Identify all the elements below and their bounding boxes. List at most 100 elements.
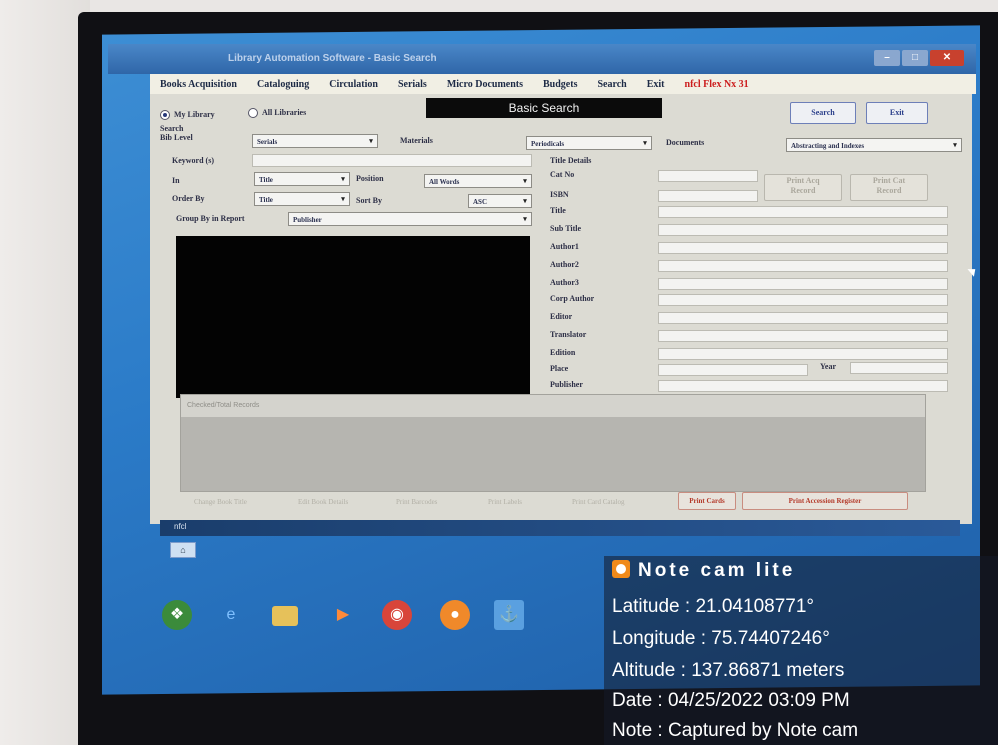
ie-icon[interactable]: e [216,600,246,630]
camera-icon [612,560,630,578]
firefox-icon[interactable]: ● [440,600,470,630]
in-select[interactable]: Title ▾ [254,172,350,186]
order-by-select[interactable]: Title ▾ [254,192,350,206]
materials-select[interactable]: Periodicals ▾ [526,136,652,150]
close-icon[interactable]: ✕ [930,50,964,66]
search-button[interactable]: Search [790,102,856,124]
corp-author-field[interactable] [658,294,948,306]
print-cat-record-label: Print Cat Record [872,176,906,195]
materials-label: Materials [400,136,433,145]
network-icon[interactable]: ⚓ [494,600,524,630]
edit-book-details-button[interactable]: Edit Book Details [298,498,348,506]
menu-bar: Books Acquisition Cataloguing Circulatio… [150,74,976,94]
field-label-place: Place [550,364,569,373]
print-acq-record-button[interactable]: Print Acq Record [764,174,842,201]
author1-field[interactable] [658,242,948,254]
minimize-icon[interactable]: – [874,50,900,66]
documents-label: Documents [666,138,705,147]
title-field[interactable] [658,206,948,218]
basic-search-form: My Library All Libraries Basic Search Se… [150,94,972,524]
radio-all-libraries[interactable] [248,108,258,118]
chevron-down-icon: ▾ [341,175,345,183]
change-book-title-button[interactable]: Change Book Title [194,498,247,506]
position-value: All Words [429,178,460,186]
menu-exit[interactable]: Exit [637,79,675,90]
results-list[interactable] [176,236,530,398]
chevron-down-icon: ▾ [523,177,527,185]
window-controls: – □ ✕ [874,50,964,66]
radio-my-library[interactable] [160,110,170,120]
menu-budgets[interactable]: Budgets [533,79,587,90]
group-by-value: Publisher [293,216,322,224]
year-label: Year [820,362,836,371]
bib-level-label: Search Bib Level [160,124,193,142]
documents-value: Abstracting and Indexes [791,142,865,150]
menu-serials[interactable]: Serials [388,79,437,90]
overlay-latitude: Latitude : 21.04108771° [612,596,814,617]
field-label-editor: Editor [550,312,573,321]
print-barcodes-button[interactable]: Print Barcodes [396,498,437,506]
group-by-select[interactable]: Publisher ▾ [288,212,532,226]
records-grid[interactable]: Checked/Total Records [180,394,926,492]
menu-search[interactable]: Search [587,79,636,90]
menu-cataloguing[interactable]: Cataloguing [247,79,319,90]
order-by-label: Order By [172,194,205,203]
title-details-header: Title Details [550,156,592,165]
sub-title-field[interactable] [658,224,948,236]
field-label-edition: Edition [550,348,576,357]
publisher-field[interactable] [658,380,948,392]
field-label-publisher: Publisher [550,380,583,389]
status-bar: nfcl [160,520,960,536]
overlay-note: Note : Captured by Note cam [612,720,859,741]
folder-icon[interactable] [272,606,298,626]
year-field[interactable] [850,362,948,374]
print-cat-record-button[interactable]: Print Cat Record [850,174,928,201]
taskbar: ❖ e ▶ ◉ ● ⚓ [150,596,610,642]
grid-header: Checked/Total Records [181,395,925,417]
menu-circulation[interactable]: Circulation [319,79,388,90]
isbn-field[interactable] [658,190,758,202]
order-by-value: Title [259,196,273,204]
field-label-title: Title [550,206,566,215]
keyword-input[interactable] [252,154,532,167]
print-labels-button[interactable]: Print Labels [488,498,522,506]
media-player-icon[interactable]: ▶ [328,600,358,630]
maximize-icon[interactable]: □ [902,50,928,66]
start-orb-icon[interactable]: ❖ [162,600,192,630]
cat-no-field[interactable] [658,170,758,182]
author3-field[interactable] [658,278,948,290]
bib-level-value: Serials [257,138,278,146]
print-card-catalog-button[interactable]: Print Card Catalog [572,498,625,506]
print-cards-button[interactable]: Print Cards [678,492,736,510]
field-label-author2: Author2 [550,260,579,269]
field-label-translator: Translator [550,330,587,339]
chevron-down-icon: ▾ [341,195,345,203]
chevron-down-icon: ▾ [953,141,957,149]
menu-books-acquisition[interactable]: Books Acquisition [150,79,247,90]
exit-button[interactable]: Exit [866,102,928,124]
edition-field[interactable] [658,348,948,360]
editor-field[interactable] [658,312,948,324]
window-title: Library Automation Software - Basic Sear… [228,53,437,64]
position-select[interactable]: All Words ▾ [424,174,532,188]
position-label: Position [356,174,384,183]
documents-select[interactable]: Abstracting and Indexes ▾ [786,138,962,152]
sort-by-select[interactable]: ASC ▾ [468,194,532,208]
sort-by-label: Sort By [356,196,382,205]
overlay-longitude: Longitude : 75.74407246° [612,628,830,649]
chevron-down-icon: ▾ [523,197,527,205]
print-acq-record-label: Print Acq Record [786,176,820,195]
desktop-shortcut-icon[interactable]: ⌂ [170,542,196,558]
window-titlebar[interactable]: Library Automation Software - Basic Sear… [108,44,976,74]
field-label-sub-title: Sub Title [550,224,582,233]
place-field[interactable] [658,364,808,376]
overlay-altitude: Altitude : 137.86871 meters [612,660,845,681]
chrome-icon[interactable]: ◉ [382,600,412,630]
field-label-corp-author: Corp Author [550,294,595,303]
menu-micro-documents[interactable]: Micro Documents [437,79,533,90]
print-accession-register-button[interactable]: Print Accession Register [742,492,908,510]
chevron-down-icon: ▾ [369,137,373,145]
bib-level-select[interactable]: Serials ▾ [252,134,378,148]
author2-field[interactable] [658,260,948,272]
translator-field[interactable] [658,330,948,342]
